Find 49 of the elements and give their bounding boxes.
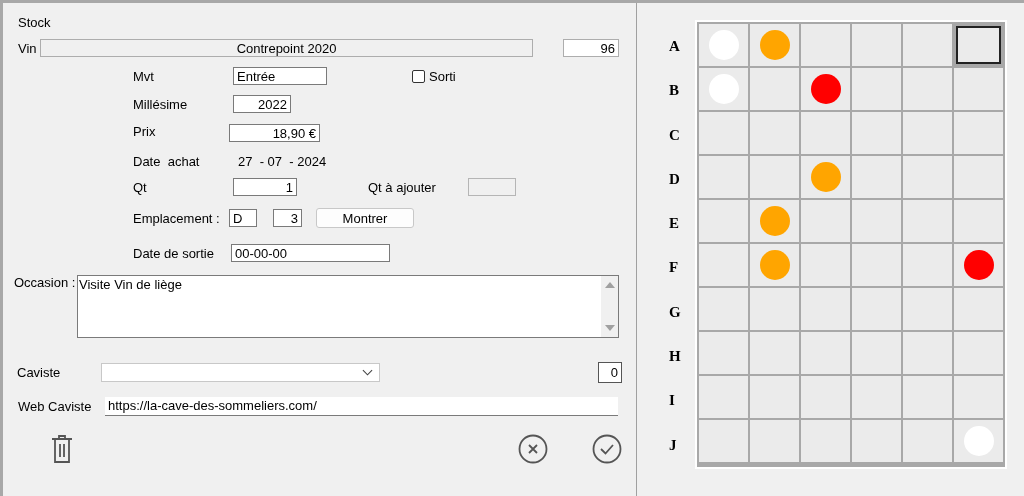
row-label: G (668, 302, 682, 322)
field-label: Occasion : (14, 275, 77, 290)
chevron-down-icon (362, 368, 373, 376)
trash-icon[interactable] (51, 434, 73, 464)
field-label: Millésime (133, 96, 189, 112)
input-field[interactable]: 18,90 € (229, 124, 320, 142)
dialog-title: Stock (18, 15, 52, 32)
field-label: Date achat (133, 153, 201, 169)
row-label: I (668, 391, 676, 411)
input-field[interactable]: 2022 (233, 95, 291, 113)
checkbox-label: Sorti (429, 68, 456, 84)
dropdown[interactable] (101, 362, 380, 382)
cancel-icon[interactable] (518, 434, 548, 464)
row-label: A (668, 37, 681, 56)
row-label: H (668, 347, 682, 367)
scrollbar[interactable] (601, 276, 618, 337)
text-value: Visite Vin de liège (78, 276, 182, 294)
field-label: Vin (18, 40, 38, 56)
row-label: C (668, 125, 681, 145)
input-field[interactable]: D (229, 209, 257, 227)
confirm-icon[interactable] (592, 434, 622, 464)
row-label: E (668, 214, 680, 234)
checkbox[interactable] (412, 69, 425, 83)
field-label: Emplacement : (133, 210, 221, 226)
input-field[interactable]: 3 (273, 209, 302, 227)
scroll-up-icon[interactable] (604, 282, 615, 288)
show-button[interactable]: Montrer (316, 208, 414, 228)
field-label: Web Caviste (18, 398, 93, 414)
row-label: J (668, 435, 678, 455)
url-field[interactable]: https://la-cave-des-sommeliers.com/ (105, 396, 618, 416)
wine-field[interactable]: Contrepoint 2020 (40, 39, 533, 57)
field-label: Prix (133, 124, 157, 139)
field-label: Mvt (133, 68, 155, 84)
input-field[interactable]: Entrée (233, 67, 327, 85)
field-label: Qt (133, 179, 148, 195)
date-value: 27 - 07 - 2024 (238, 153, 327, 169)
field-label: Qt à ajouter (368, 179, 437, 195)
scroll-down-icon[interactable] (604, 325, 615, 331)
number-field[interactable]: 96 (563, 39, 619, 57)
row-label: B (668, 81, 680, 101)
field-label: Date de sortie (133, 245, 215, 261)
input-field[interactable]: 00-00-00 (231, 244, 390, 262)
count-field[interactable]: 0 (598, 361, 622, 383)
rack-slot[interactable] (956, 26, 1001, 64)
row-label: F (668, 258, 680, 278)
text-area[interactable]: Visite Vin de liège (77, 275, 619, 338)
input-field[interactable]: 1 (233, 178, 297, 196)
field-label: Caviste (17, 364, 62, 380)
row-label: D (668, 169, 681, 189)
